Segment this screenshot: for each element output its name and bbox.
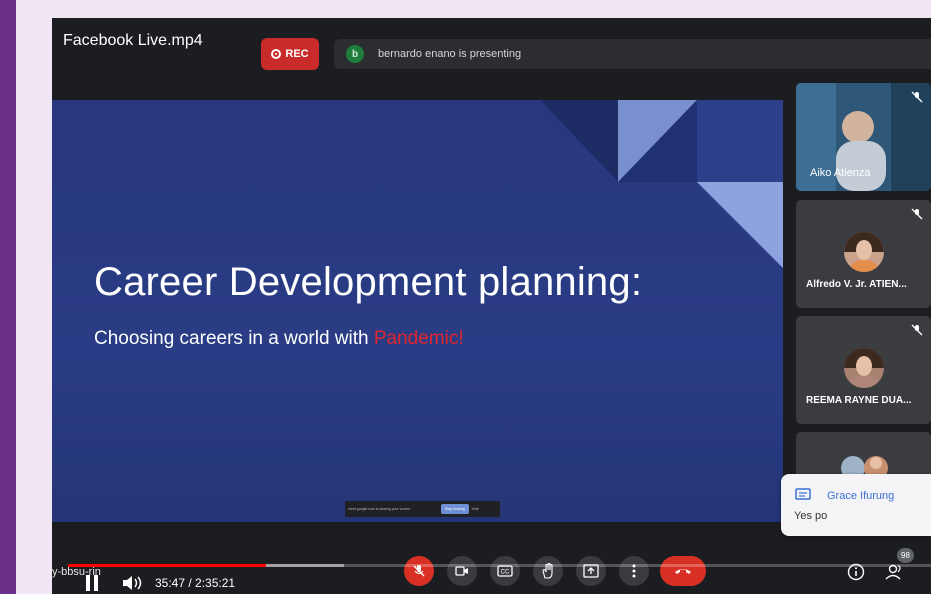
raise-hand-button[interactable] — [533, 556, 563, 586]
participant-tile[interactable]: Alfredo V. Jr. ATIEN... — [796, 200, 931, 308]
chat-sender: Grace Ifurung — [827, 490, 895, 502]
volume-icon[interactable] — [122, 575, 144, 591]
presenting-text: bernardo enano is presenting — [378, 48, 522, 60]
pause-icon[interactable] — [85, 574, 99, 592]
stop-sharing-button[interactable]: Stop sharing — [441, 504, 469, 514]
left-brand-band — [0, 0, 16, 594]
recording-indicator: REC — [261, 38, 319, 70]
avatar — [844, 348, 884, 388]
presenting-banner: b bernardo enano is presenting — [334, 39, 931, 69]
slide-subtitle-highlight: Pandemic! — [373, 328, 464, 349]
chat-icon — [795, 488, 811, 500]
svg-text:CC: CC — [501, 570, 510, 576]
end-call-button[interactable] — [660, 556, 706, 586]
screen-share-bar: meet.google.com is sharing your screen. … — [345, 501, 500, 517]
slide-heading: Career Development planning: — [94, 260, 643, 304]
present-button[interactable] — [576, 556, 606, 586]
mic-off-icon — [911, 324, 923, 336]
chat-notification[interactable]: Grace Ifurung Yes po — [781, 474, 931, 536]
more-options-button[interactable] — [619, 556, 649, 586]
chat-message: Yes po — [794, 510, 828, 522]
hide-button[interactable]: Hide — [472, 507, 479, 511]
participant-name: Alfredo V. Jr. ATIEN... — [806, 279, 907, 290]
mic-off-icon — [911, 208, 923, 220]
mic-toggle-button[interactable] — [404, 556, 434, 586]
participant-name: REEMA RAYNE DUA... — [806, 395, 912, 406]
participant-name: Aiko Atienza — [810, 167, 871, 179]
seek-bar[interactable] — [68, 564, 931, 567]
rec-label: REC — [285, 48, 309, 60]
camera-toggle-button[interactable] — [447, 556, 477, 586]
presenter-avatar: b — [346, 45, 364, 63]
time-display: 35:47 / 2:35:21 — [155, 576, 236, 590]
presentation-slide: Career Development planning: Choosing ca… — [52, 100, 783, 522]
people-count-badge: 98 — [897, 548, 914, 563]
mic-off-icon — [911, 91, 923, 103]
participant-tile[interactable]: REEMA RAYNE DUA... — [796, 316, 931, 424]
avatar — [844, 232, 884, 272]
end-call-icon — [675, 569, 691, 574]
record-icon — [271, 49, 282, 59]
captions-button[interactable]: CC — [490, 556, 520, 586]
video-title: Facebook Live.mp4 — [63, 32, 203, 49]
share-bar-text: meet.google.com is sharing your screen. — [348, 507, 412, 511]
slide-decoration — [540, 100, 783, 268]
participant-tile[interactable]: Aiko Atienza — [796, 83, 931, 191]
slide-subtitle: Choosing careers in a world with Pandemi… — [94, 328, 464, 350]
slide-subtitle-text: Choosing careers in a world with — [94, 328, 374, 349]
video-player[interactable]: Facebook Live.mp4 REC b bernardo enano i… — [52, 18, 931, 594]
